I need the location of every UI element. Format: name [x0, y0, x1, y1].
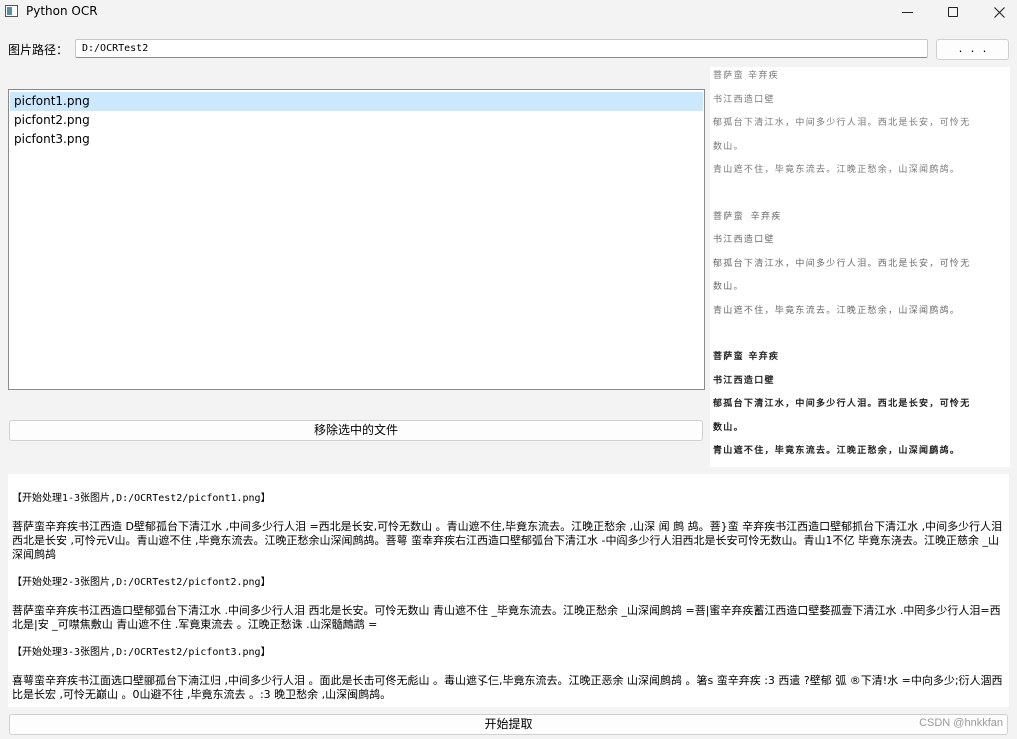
- window-title: Python OCR: [26, 4, 98, 18]
- minimize-icon: [901, 11, 913, 13]
- list-item[interactable]: picfont3.png: [10, 130, 703, 149]
- close-icon: [993, 6, 1005, 18]
- preview-line: 菩萨蛮 辛弃疾: [713, 352, 780, 362]
- path-input[interactable]: D:/OCRTest2: [75, 39, 928, 58]
- preview-line: 书江西造口壁: [713, 94, 775, 105]
- output-header: 【开始处理1-3张图片,D:/OCRTest2/picfont1.png】: [12, 493, 271, 504]
- preview-block-3: 菩萨蛮 辛弃疾 书江西造口壁 郁孤台下清江水，中间多少行人泪。西北是长安，可怜无…: [713, 348, 1007, 466]
- preview-line: 郁孤台下清江水，中间多少行人泪。西北是长安，可怜无: [713, 118, 971, 128]
- close-button[interactable]: [976, 0, 1017, 24]
- output-text: 菩萨蛮辛弃疾书江西造 D壁郁孤台下清江水 ,中间多少行人泪 =西北是长安,可怜无…: [12, 520, 1003, 561]
- title-bar: Python OCR: [0, 0, 1017, 24]
- preview-line: 数山。: [713, 282, 744, 292]
- start-extract-button[interactable]: 开始提取: [9, 714, 1008, 735]
- output-header: 【开始处理2-3张图片,D:/OCRTest2/picfont2.png】: [12, 577, 271, 588]
- output-text: 喜萼蛮辛弃疾书江面选口壁郦孤台下湳江归 ,中间多少行人泪 。面此是长击可佟无彪山…: [12, 674, 1003, 701]
- preview-line: 书江西造口壁: [713, 375, 775, 386]
- remove-selected-button[interactable]: 移除选中的文件: [9, 420, 703, 441]
- preview-line: 数山。: [713, 422, 744, 433]
- maximize-button[interactable]: [930, 0, 976, 24]
- image-preview: 菩萨蛮 辛弃疾 书江西造口壁 郁孤台下清江水，中间多少行人泪。西北是长安，可怜无…: [710, 67, 1010, 467]
- path-label: 图片路径：: [8, 43, 69, 57]
- browse-button[interactable]: . . .: [936, 39, 1009, 60]
- output-header: 【开始处理3-3张图片,D:/OCRTest2/picfont3.png】: [12, 647, 271, 658]
- file-list[interactable]: picfont1.png picfont2.png picfont3.png: [8, 89, 705, 390]
- app-icon: [5, 5, 18, 17]
- ocr-output-text[interactable]: 【开始处理1-3张图片,D:/OCRTest2/picfont1.png】 菩萨…: [8, 474, 1009, 707]
- preview-line: 青山遮不住，毕竟东流去。江晚正愁余，山深闻鹧鸪。: [713, 165, 961, 175]
- preview-line: 郁孤台下清江水，中间多少行人泪。西北是长安，可怜无: [713, 258, 971, 269]
- preview-line: 数山。: [713, 141, 744, 152]
- preview-line: 菩萨蛮 辛弃疾: [713, 71, 779, 81]
- preview-line: 书江西造口壁: [713, 235, 775, 245]
- preview-line: 青山遮不住，毕竟东流去。江晚正愁余，山深闻鹧鸪。: [713, 305, 961, 316]
- preview-line: 菩萨蛮 辛弃疾: [713, 211, 782, 222]
- preview-line: 郁孤台下清江水，中间多少行人泪。西北是长安，可怜无: [713, 399, 971, 409]
- minimize-button[interactable]: [884, 0, 930, 24]
- list-item[interactable]: picfont1.png: [10, 92, 703, 111]
- preview-line: 青山遮不住，毕竟东流去。江晚正愁余，山深闻鹧鸪。: [713, 446, 961, 456]
- output-text: 菩萨蛮辛弃疾书江西造口壁郁弧台下清江水 .中间多少行人泪 西北是长安。可怜无数山…: [12, 604, 1001, 631]
- watermark: CSDN @hnkkfan: [919, 717, 1003, 729]
- preview-block-1: 菩萨蛮 辛弃疾 书江西造口壁 郁孤台下清江水，中间多少行人泪。西北是长安，可怜无…: [713, 67, 1007, 185]
- maximize-icon: [948, 7, 958, 17]
- preview-block-2: 菩萨蛮 辛弃疾 书江西造口壁 郁孤台下清江水，中间多少行人泪。西北是长安，可怜无…: [713, 208, 1007, 326]
- list-item[interactable]: picfont2.png: [10, 111, 703, 130]
